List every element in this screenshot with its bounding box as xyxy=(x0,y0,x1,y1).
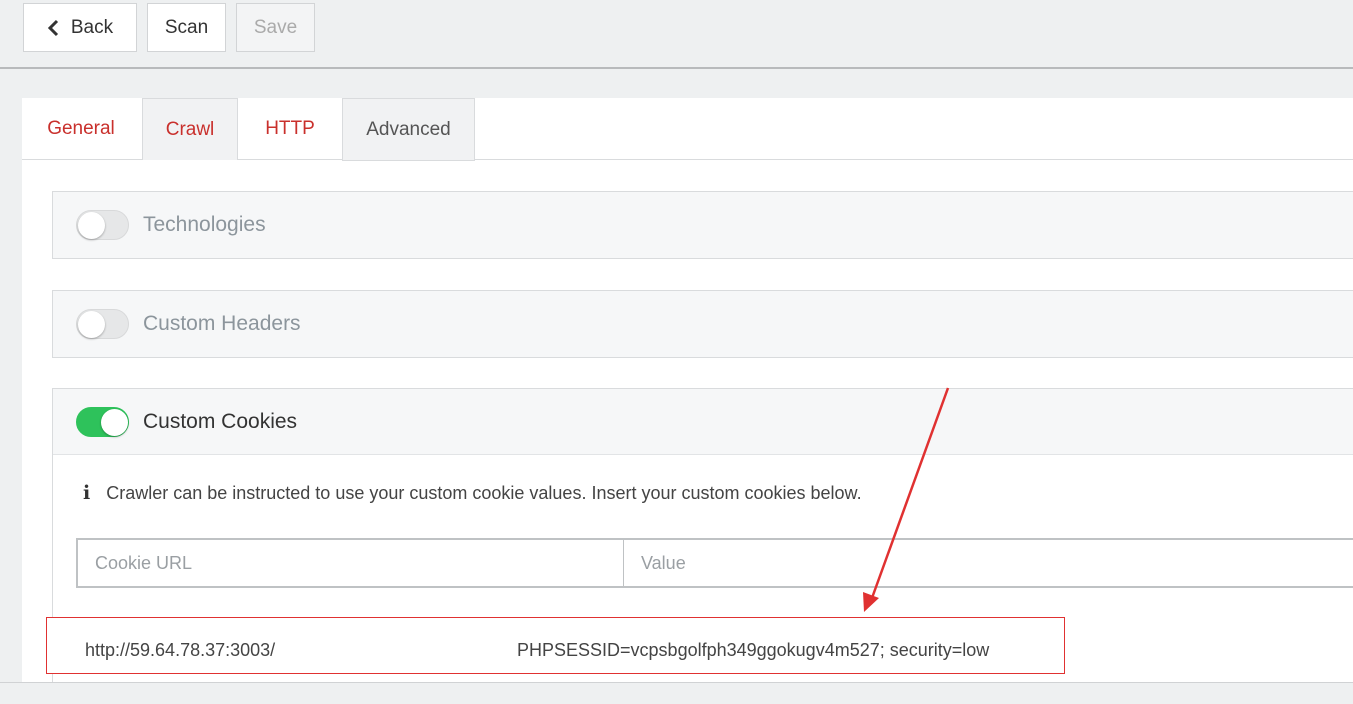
custom-headers-section: Custom Headers xyxy=(52,290,1353,358)
back-button-label: Back xyxy=(70,16,114,38)
toggle-knob xyxy=(101,408,128,436)
technologies-title: Technologies xyxy=(143,213,266,236)
custom-cookies-toggle[interactable] xyxy=(76,406,129,437)
toggle-knob xyxy=(78,212,105,239)
custom-headers-toggle[interactable] xyxy=(76,309,129,339)
cookies-info: i Crawler can be instructed to use your … xyxy=(83,482,862,504)
cookie-input-row xyxy=(76,538,1353,588)
bottom-strip xyxy=(0,682,1353,704)
chevron-left-icon xyxy=(47,19,58,36)
save-button[interactable]: Save xyxy=(236,3,315,52)
tab-crawl[interactable]: Crawl xyxy=(142,98,238,160)
toggle-knob xyxy=(78,311,105,338)
cookie-value-input[interactable] xyxy=(624,540,1353,586)
cookie-entry-url: http://59.64.78.37:3003/ xyxy=(85,640,276,660)
technologies-section: Technologies xyxy=(52,191,1353,259)
tab-http[interactable]: HTTP xyxy=(240,98,340,160)
tab-advanced[interactable]: Advanced xyxy=(342,98,475,161)
cookies-info-text: Crawler can be instructed to use your cu… xyxy=(106,482,862,503)
custom-cookies-title: Custom Cookies xyxy=(143,409,298,433)
settings-panel: General Crawl HTTP Advanced Technologies… xyxy=(22,98,1353,682)
technologies-toggle[interactable] xyxy=(76,210,129,240)
tab-general[interactable]: General xyxy=(22,98,140,160)
back-button[interactable]: Back xyxy=(23,3,137,52)
cookie-entry-value: PHPSESSID=vcpsbgolfph349ggokugv4m527; se… xyxy=(517,640,990,660)
cookie-entry-row[interactable]: http://59.64.78.37:3003/ PHPSESSID=vcpsb… xyxy=(46,617,1065,674)
tab-bar: General Crawl HTTP Advanced xyxy=(22,98,1353,161)
cookie-url-input[interactable] xyxy=(78,540,624,586)
scan-button[interactable]: Scan xyxy=(147,3,226,52)
custom-headers-header: Custom Headers xyxy=(53,291,1353,357)
custom-cookies-header: Custom Cookies xyxy=(53,389,1353,455)
technologies-header: Technologies xyxy=(53,192,1353,258)
info-icon: i xyxy=(83,482,91,504)
toolbar: Back Scan Save xyxy=(0,0,1353,69)
custom-headers-title: Custom Headers xyxy=(143,312,301,335)
